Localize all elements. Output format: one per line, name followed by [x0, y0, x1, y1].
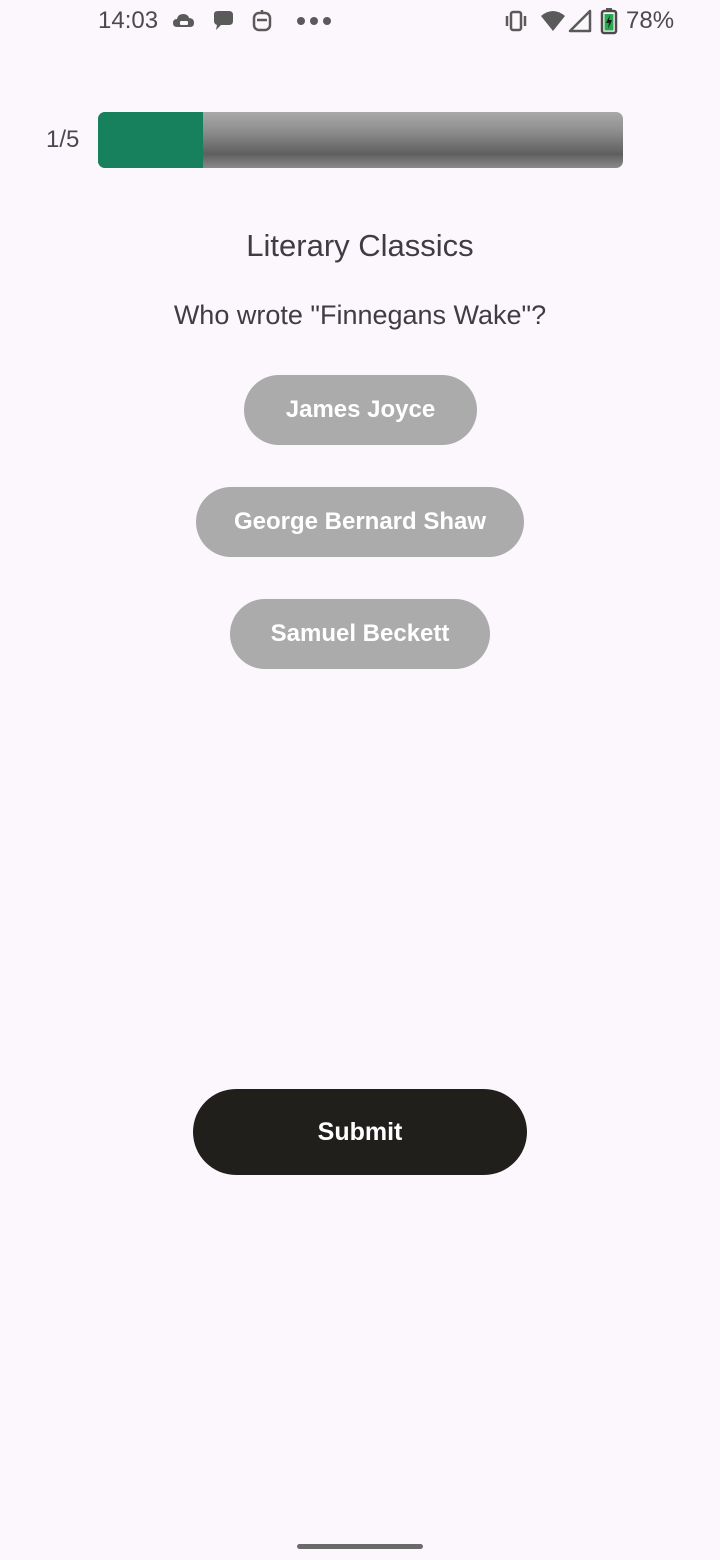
quiz-progress: 1/5 — [0, 112, 720, 168]
chat-bubble-icon — [210, 8, 236, 34]
status-bar: 14:03 78% — [0, 0, 720, 44]
progress-bar — [98, 112, 623, 168]
battery-charging-icon — [598, 8, 620, 35]
quiz-title: Literary Classics — [246, 228, 474, 263]
answer-option-button[interactable]: James Joyce — [244, 375, 477, 445]
progress-counter: 1/5 — [46, 126, 80, 153]
more-dots-icon — [296, 8, 334, 34]
status-time: 14:03 — [98, 7, 159, 34]
signal-icon — [567, 8, 593, 34]
battery-percent: 78% — [626, 7, 675, 34]
answer-option-button[interactable]: Samuel Beckett — [230, 599, 490, 669]
cloud-game-icon — [171, 8, 197, 34]
wifi-icon — [540, 8, 566, 34]
answer-option-button[interactable]: George Bernard Shaw — [196, 487, 524, 557]
quiz-question: Who wrote "Finnegans Wake"? — [173, 300, 547, 330]
home-indicator[interactable] — [297, 1544, 423, 1549]
vibrate-icon — [503, 8, 529, 34]
submit-button[interactable]: Submit — [193, 1089, 527, 1175]
robot-face-icon — [249, 8, 275, 34]
progress-fill — [98, 112, 203, 168]
